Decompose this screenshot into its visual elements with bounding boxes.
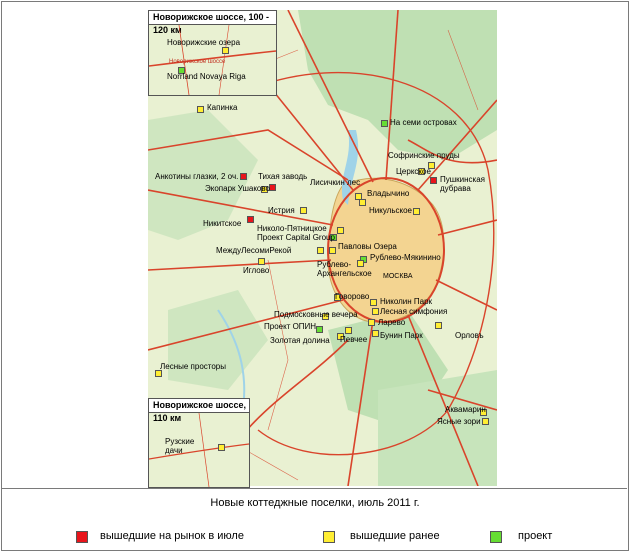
- label-main-0: Капинка: [207, 103, 238, 112]
- label-main-15: МеждуЛесомиРекой: [216, 246, 292, 255]
- marker-main-13[interactable]: [337, 227, 344, 234]
- label-main-1: На семи островах: [390, 118, 457, 127]
- label-main-9: Владычино: [367, 189, 410, 198]
- marker-main-6[interactable]: [269, 184, 276, 191]
- marker-main-32[interactable]: [482, 418, 489, 425]
- label-inset-bottom-0: Рузские дачи: [165, 437, 195, 455]
- label-main-29: Певчее: [340, 335, 368, 344]
- label-inset-top-0: Новорижские озера: [167, 38, 241, 47]
- marker-main-30[interactable]: [155, 370, 162, 377]
- label-main-5: Анкотины глазки, 2 оч.: [155, 172, 239, 181]
- label-main-13: Николо-Пятницкое: [257, 224, 327, 233]
- legend-project-swatch: [490, 531, 502, 543]
- label-main-8: Лисичкин лес: [310, 178, 361, 187]
- marker-main-27[interactable]: [372, 330, 379, 337]
- label-main-24: Ларево: [378, 318, 406, 327]
- label-main-10: Никульское: [369, 206, 412, 215]
- legend-earlier-label: вышедшие ранее: [350, 530, 440, 542]
- label-main-11: Истрия: [268, 206, 295, 215]
- marker-main-22[interactable]: [372, 308, 379, 315]
- footer-separator: [1, 488, 627, 489]
- label-main-4: Пушкинская дубрава: [440, 175, 486, 193]
- legend-july-swatch: [76, 531, 88, 543]
- label-main-19: Иглово: [243, 266, 270, 275]
- marker-main-4[interactable]: [430, 177, 437, 184]
- label-main-25: Проект ОПИН: [264, 322, 317, 331]
- label-main-18: Рублево-Архангельское: [317, 260, 372, 278]
- label-main-16: Павловы Озера: [338, 242, 397, 251]
- label-main-22: Лесная симфония: [380, 307, 448, 316]
- inset-novorizhskoe-100-120: Новорижское шоссе, 100 - 120 км Новорижс…: [148, 10, 277, 96]
- label-main-14: Проект Capital Group: [257, 233, 335, 242]
- label-main-32: Ясные зори: [437, 417, 481, 426]
- marker-main-28[interactable]: [345, 327, 352, 334]
- marker-main-0[interactable]: [197, 106, 204, 113]
- label-main-31: Аквамарин: [445, 405, 486, 414]
- marker-main-21[interactable]: [370, 299, 377, 306]
- marker-main-16[interactable]: [329, 247, 336, 254]
- marker-inset-bottom-0[interactable]: [218, 444, 225, 451]
- marker-main-25[interactable]: [316, 326, 323, 333]
- marker-main-26[interactable]: [435, 322, 442, 329]
- legend-july-label: вышедшие на рынок в июле: [100, 530, 244, 542]
- marker-main-10[interactable]: [413, 208, 420, 215]
- marker-main-15[interactable]: [317, 247, 324, 254]
- label-main-21: Николин Парк: [380, 297, 433, 306]
- marker-main-1[interactable]: [381, 120, 388, 127]
- label-main-6: Тихая заводь: [258, 172, 308, 181]
- label-main-20: Говорово: [335, 292, 370, 301]
- marker-main-19[interactable]: [258, 258, 265, 265]
- label-main-26: Орловъ: [455, 331, 484, 340]
- inset-top-roads: [149, 24, 276, 95]
- inset-top-road-label: Новорижское шоссе: [169, 59, 226, 65]
- marker-main-12[interactable]: [247, 216, 254, 223]
- marker-inset-top-0[interactable]: [222, 47, 229, 54]
- label-main-23: Подмосковные вечера: [274, 310, 358, 319]
- label-inset-top-1: Norrland Novaya Riga: [167, 72, 246, 81]
- label-main-12: Никитское: [203, 219, 242, 228]
- legend-earlier-swatch: [323, 531, 335, 543]
- marker-main-24[interactable]: [368, 319, 375, 326]
- label-main-7: Экопарк Ушаково: [205, 184, 270, 193]
- city-label-moscow: МОСКВА: [383, 273, 413, 280]
- label-main-28: Золотая долина: [270, 336, 330, 345]
- label-main-3: Церкское: [396, 167, 431, 176]
- label-main-30: Лесные просторы: [160, 362, 226, 371]
- label-main-27: Бунин Парк: [380, 331, 423, 340]
- legend-project-label: проект: [518, 530, 553, 542]
- figure-caption: Новые коттеджные поселки, июль 2011 г.: [210, 497, 420, 509]
- marker-main-9[interactable]: [359, 199, 366, 206]
- marker-main-5[interactable]: [240, 173, 247, 180]
- label-main-17: Рублево-Мякинино: [370, 253, 441, 262]
- label-main-2: Софринские пруды: [388, 151, 460, 160]
- marker-main-11[interactable]: [300, 207, 307, 214]
